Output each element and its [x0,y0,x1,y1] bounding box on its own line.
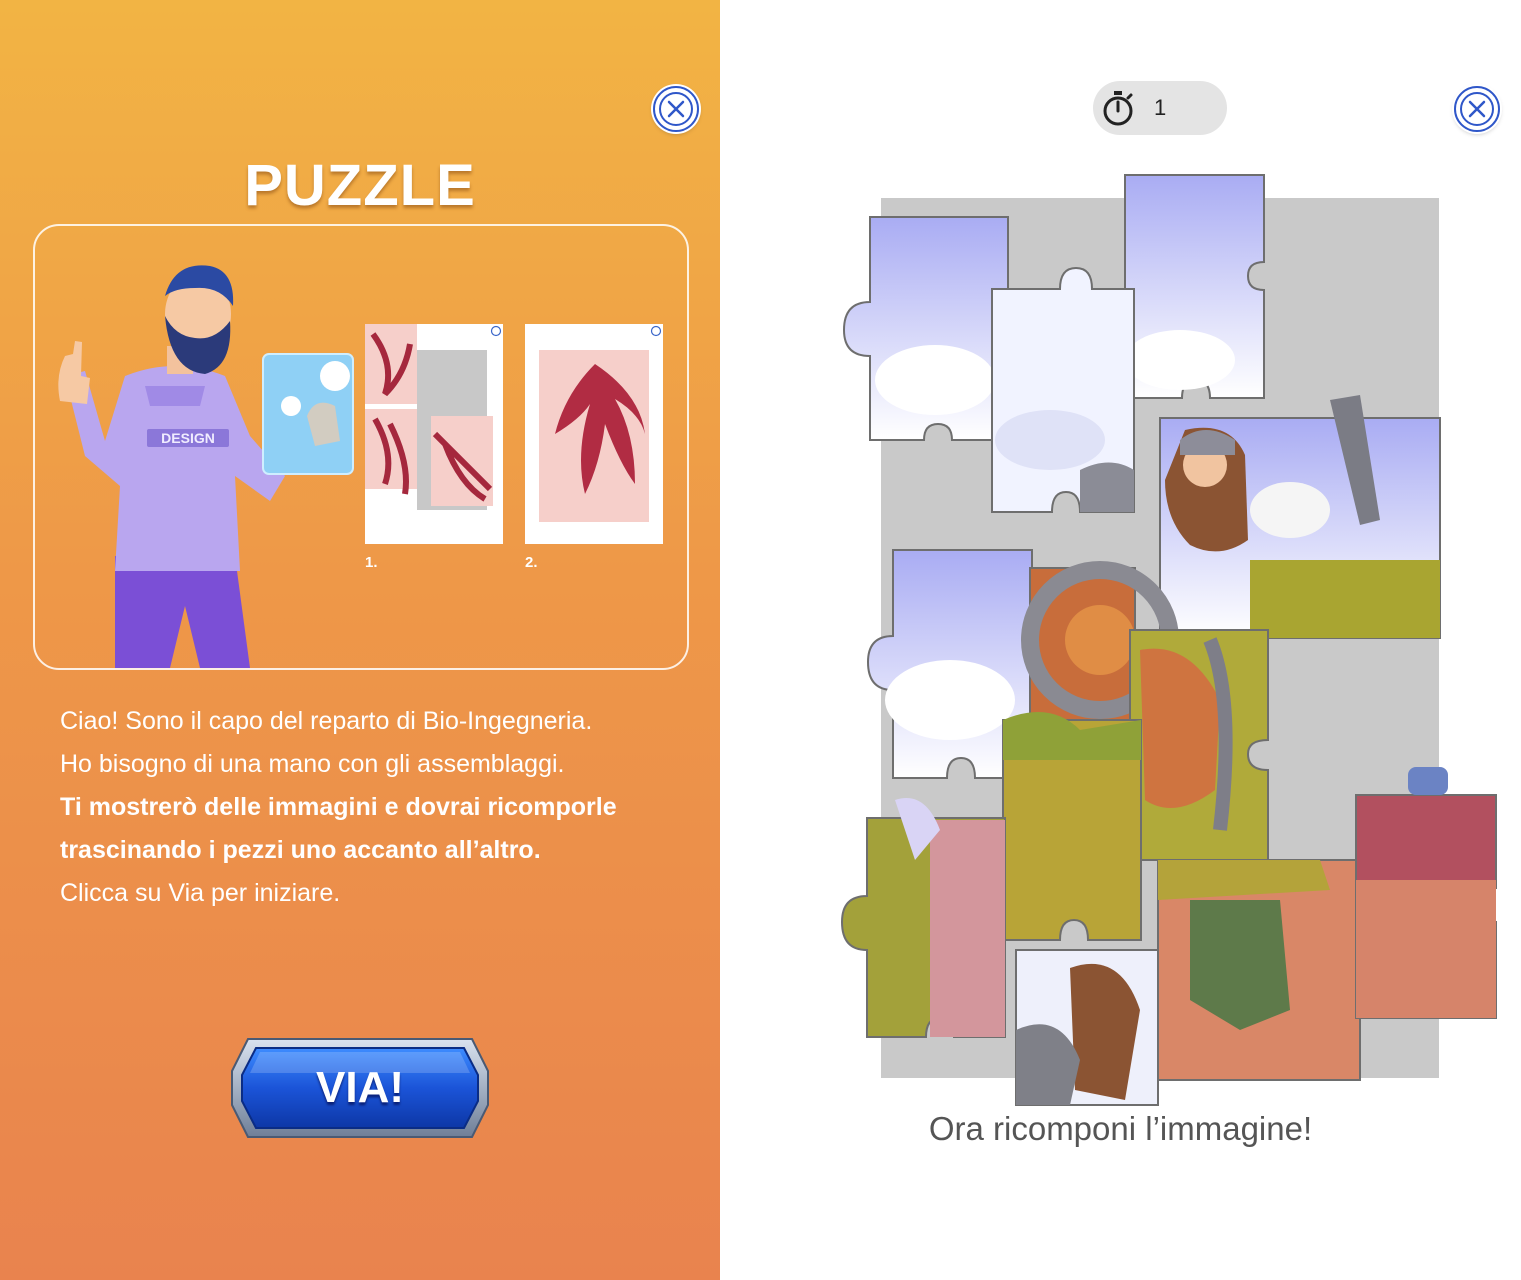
game-panel: 1 Ora ricomponi l’immagine! [720,0,1521,1280]
puzzle-piece[interactable] [1002,712,1142,941]
puzzle-piece[interactable] [991,266,1135,513]
intro-close-button[interactable] [653,86,699,132]
intro-panel: PUZZLE DESIGN 1. 2. Ciao! Sono il capo d… [0,0,720,1280]
tutorial-illustration: DESIGN 1. 2. [33,224,689,670]
step-1-card [365,324,503,544]
puzzle-piece[interactable] [1015,949,1159,1106]
puzzle-piece[interactable] [1124,174,1265,399]
instruction-line: Ho bisogno di una mano con gli assemblag… [60,750,565,778]
instruction-line-bold: Ti mostrerò delle immagini e dovrai rico… [60,793,617,821]
instruction-line: Ciao! Sono il capo del reparto di Bio-In… [60,707,593,735]
puzzle-piece[interactable] [842,216,1009,441]
puzzle-piece[interactable] [1157,859,1361,1081]
puzzle-piece[interactable] [840,798,1006,1038]
step-2-label: 2. [525,554,538,571]
puzzle-piece[interactable] [1129,629,1269,861]
game-caption: Ora ricomponi l’immagine! [928,1110,1313,1147]
step-1-label: 1. [365,554,378,571]
intro-instructions: Ciao! Sono il capo del reparto di Bio-In… [60,700,680,915]
puzzle-piece[interactable] [1159,395,1441,639]
puzzle-board [840,174,1497,1106]
puzzle-piece[interactable] [1355,767,1497,1019]
close-icon [659,92,693,126]
shirt-label: DESIGN [161,430,215,446]
start-button[interactable]: VIA! [226,1033,494,1143]
intro-title: PUZZLE [244,153,476,218]
start-button-label: VIA! [316,1063,404,1112]
instruction-line-bold: trascinando i pezzi uno accanto all’altr… [60,836,541,864]
step-2-card [525,324,663,544]
instruction-line: Clicca su Via per iniziare. [60,879,341,907]
